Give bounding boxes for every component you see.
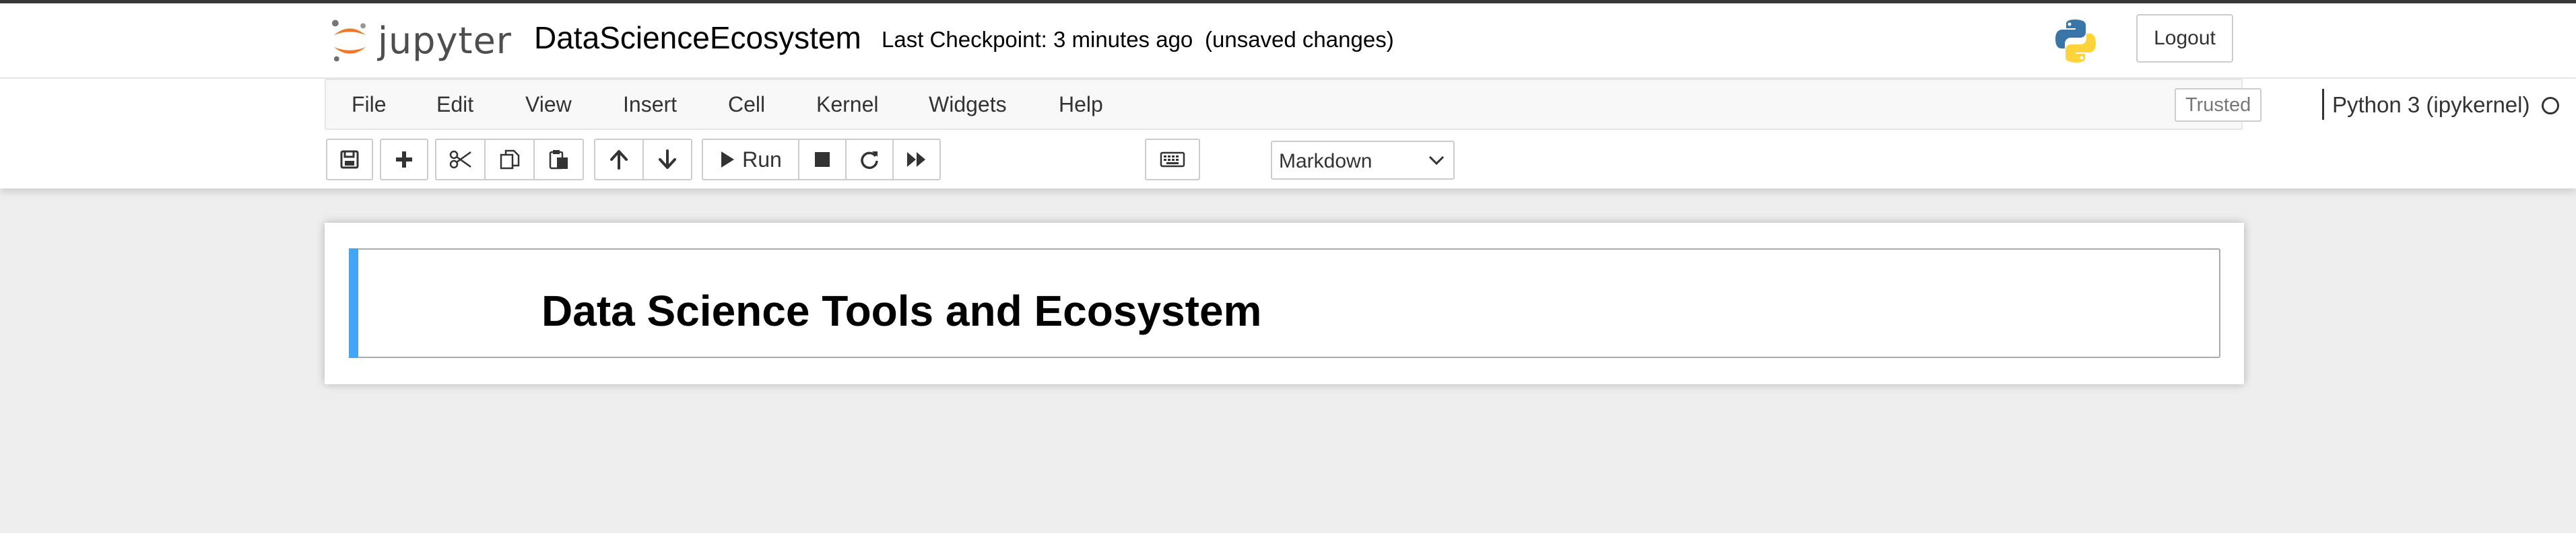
logo-text: jupyter: [377, 19, 512, 62]
paste-icon: [549, 150, 568, 170]
notebook-name[interactable]: DataScienceEcosystem: [534, 20, 861, 56]
menu-kernel[interactable]: Kernel: [816, 92, 879, 117]
stop-icon: [815, 152, 830, 167]
jupyter-logo[interactable]: jupyter: [330, 11, 512, 69]
interrupt-button[interactable]: [798, 139, 847, 180]
save-icon: [340, 150, 359, 169]
arrow-down-icon: [659, 149, 676, 169]
save-status: (unsaved changes): [1205, 27, 1394, 52]
run-button[interactable]: Run: [702, 139, 799, 180]
paste-button[interactable]: [533, 139, 584, 180]
play-icon: [721, 151, 735, 168]
copy-icon: [500, 149, 519, 170]
cut-button[interactable]: [435, 139, 486, 180]
kernel-separator: [2322, 89, 2324, 120]
trusted-indicator[interactable]: Trusted: [2175, 88, 2262, 122]
jupyter-logo-icon: [331, 20, 366, 62]
notebook-page: Data Science Tools and Ecosystem: [325, 223, 2244, 384]
logout-button[interactable]: Logout: [2136, 14, 2233, 63]
plus-icon: [396, 151, 412, 168]
cell-type-value: Markdown: [1279, 150, 1373, 172]
menu-view[interactable]: View: [525, 92, 572, 117]
chevron-down-icon: [1428, 155, 1445, 166]
menu-widgets[interactable]: Widgets: [929, 92, 1007, 117]
menu-insert[interactable]: Insert: [623, 92, 677, 117]
move-up-button[interactable]: [594, 139, 644, 180]
python-logo-icon: [2055, 20, 2096, 63]
save-button[interactable]: [326, 139, 373, 180]
toolbar: Run Markdown: [325, 139, 2243, 182]
restart-icon: [861, 151, 878, 170]
copy-button[interactable]: [484, 139, 535, 180]
menubar: File Edit View Insert Cell Kernel Widget…: [325, 79, 2559, 130]
menubar-container: File Edit View Insert Cell Kernel Widget…: [0, 79, 2576, 188]
restart-button[interactable]: [845, 139, 894, 180]
menu-file[interactable]: File: [352, 92, 387, 117]
kernel-name[interactable]: Python 3 (ipykernel): [2332, 92, 2530, 118]
restart-run-all-button[interactable]: [892, 139, 941, 180]
fast-forward-icon: [907, 152, 925, 167]
menu-cell[interactable]: Cell: [728, 92, 765, 117]
cut-icon: [449, 150, 471, 169]
kernel-status-icon: [2542, 97, 2559, 114]
insert-cell-button[interactable]: [380, 139, 428, 180]
arrow-up-icon: [610, 150, 628, 170]
move-down-button[interactable]: [642, 139, 692, 180]
cell-heading: Data Science Tools and Ecosystem: [541, 287, 1262, 335]
run-label: Run: [742, 147, 782, 172]
header: jupyter DataScienceEcosystem Last Checkp…: [0, 3, 2576, 79]
menu-edit[interactable]: Edit: [436, 92, 473, 117]
command-palette-button[interactable]: [1145, 139, 1200, 180]
selected-cell-indicator: [349, 248, 358, 358]
keyboard-icon: [1160, 151, 1185, 168]
menu-help[interactable]: Help: [1059, 92, 1103, 117]
cell-type-select[interactable]: Markdown: [1271, 141, 1455, 180]
checkpoint-status: Last Checkpoint: 3 minutes ago: [882, 27, 1193, 52]
